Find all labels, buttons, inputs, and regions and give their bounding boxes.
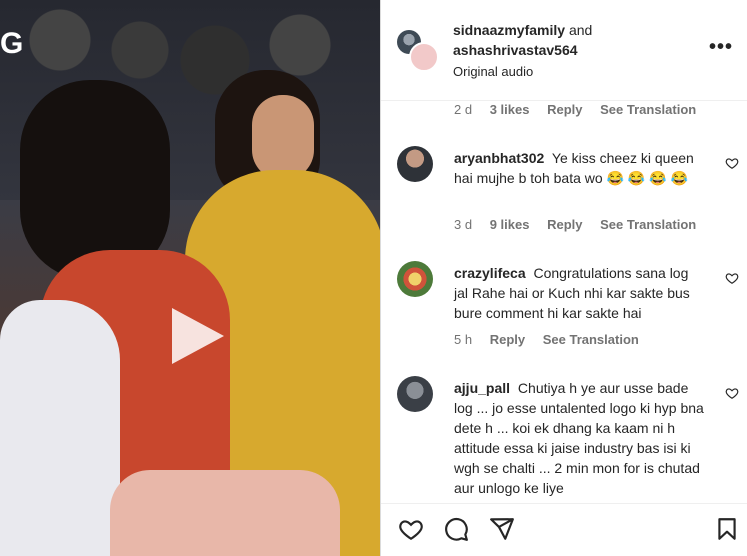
avatar[interactable] (397, 261, 433, 297)
channel-logo: G (0, 27, 24, 60)
comment-likes[interactable]: 3 likes (490, 102, 530, 117)
reply-button[interactable]: Reply (547, 102, 582, 117)
share-icon[interactable] (489, 516, 515, 542)
see-translation-button[interactable]: See Translation (600, 217, 696, 232)
comment-username[interactable]: ajju_pall (454, 380, 510, 396)
comment-body: ajju_pall Chutiya h ye aur usse bade log… (454, 378, 704, 498)
comment-icon[interactable] (443, 516, 469, 542)
comment-meta: 3 d 9 likes Reply See Translation (454, 217, 710, 232)
comment-meta-previous: 2 d 3 likes Reply See Translation (381, 102, 747, 120)
owner-username[interactable]: sidnaazmyfamily (453, 22, 565, 38)
see-translation-button[interactable]: See Translation (600, 102, 696, 117)
comment-username[interactable]: aryanbhat302 (454, 150, 544, 166)
post-owners: sidnaazmyfamily and ashashrivastav564 (453, 20, 592, 60)
video-figure-face (252, 95, 314, 180)
post-actions (381, 504, 747, 556)
heart-icon[interactable] (725, 271, 739, 285)
video-figure-white (0, 300, 120, 556)
avatar[interactable] (397, 146, 433, 182)
post-video[interactable]: G (0, 0, 380, 556)
heart-icon[interactable] (398, 516, 424, 542)
comment-meta: 5 h Reply See Translation (454, 332, 653, 347)
more-options-icon[interactable]: ••• (709, 36, 733, 59)
comment-item: ajju_pall Chutiya h ye aur usse bade log… (381, 370, 747, 503)
comment-likes[interactable]: 9 likes (490, 217, 530, 232)
see-translation-button[interactable]: See Translation (543, 332, 639, 347)
comment-body: aryanbhat302 Ye kiss cheez ki queen hai … (454, 148, 704, 188)
comment-item: aryanbhat302 Ye kiss cheez ki queen hai … (381, 140, 747, 240)
audio-label[interactable]: Original audio (453, 64, 533, 79)
comment-text: Chutiya h ye aur usse bade log ... jo es… (454, 380, 704, 496)
comment-time: 3 d (454, 217, 473, 232)
heart-icon[interactable] (725, 386, 739, 400)
reply-button[interactable]: Reply (547, 217, 582, 232)
post-header: sidnaazmyfamily and ashashrivastav564 Or… (381, 0, 747, 100)
comment-time: 2 d (454, 102, 473, 117)
header-divider (381, 100, 747, 101)
owner-avatars[interactable] (397, 30, 439, 72)
comment-body: crazylifeca Congratulations sana log jal… (454, 263, 704, 323)
coauthor-username[interactable]: ashashrivastav564 (453, 42, 578, 58)
play-icon[interactable] (158, 300, 230, 372)
avatar[interactable] (397, 376, 433, 412)
bookmark-icon[interactable] (714, 516, 740, 542)
comment-item: crazylifeca Congratulations sana log jal… (381, 255, 747, 355)
owner-join: and (565, 22, 593, 38)
video-figure-legs (110, 470, 340, 556)
reply-button[interactable]: Reply (490, 332, 525, 347)
heart-icon[interactable] (725, 156, 739, 170)
comment-time: 5 h (454, 332, 473, 347)
comment-username[interactable]: crazylifeca (454, 265, 526, 281)
avatar[interactable] (409, 42, 439, 72)
